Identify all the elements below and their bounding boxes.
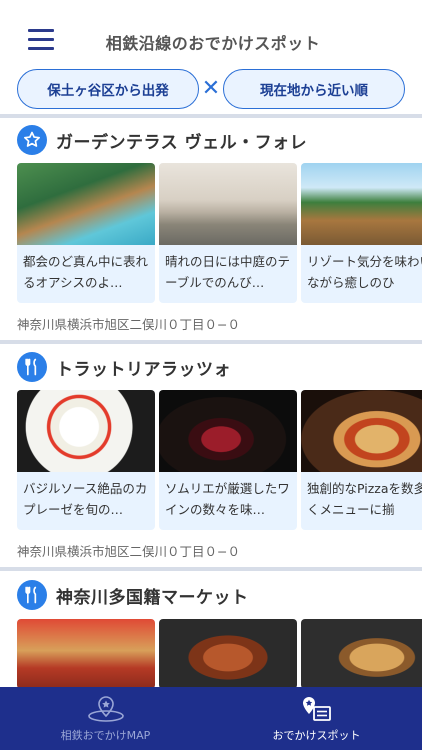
- app-header: 相鉄沿線のおでかけスポット 保土ヶ谷区から出発 ✕ 現在地から近い順: [0, 0, 422, 112]
- card-caption: バジルソース絶品のカプレーゼを旬の…: [23, 481, 148, 517]
- card-caption: 晴れの日には中庭のテーブルでのんび…: [165, 254, 291, 290]
- spot-card[interactable]: [159, 619, 297, 689]
- section-header[interactable]: 神奈川多国籍マーケット: [17, 579, 249, 611]
- card-caption: 都会のど真ん中に表れるオアシスのよ…: [23, 254, 149, 290]
- nav-label: 相鉄おでかけMAP: [60, 728, 151, 742]
- spot-photo: [301, 390, 422, 472]
- spot-card[interactable]: [301, 619, 422, 689]
- section-header[interactable]: ガーデンテラス ヴェル・フォレ: [17, 124, 307, 156]
- spot-card[interactable]: ソムリエが厳選したワインの数々を味…: [159, 390, 297, 530]
- spot-card[interactable]: 都会のど真ん中に表れるオアシスのよ…: [17, 163, 155, 303]
- sort-order-button[interactable]: 現在地から近い順: [223, 69, 405, 109]
- spot-card[interactable]: [17, 619, 155, 689]
- filter-bar: 保土ヶ谷区から出発 ✕ 現在地から近い順: [17, 69, 405, 109]
- spot-card[interactable]: リゾート気分を味わいながら癒しのひ: [301, 163, 422, 303]
- card-caption: リゾート気分を味わいながら癒しのひ: [307, 254, 422, 290]
- cross-separator-icon: ✕: [201, 76, 221, 101]
- spot-photo: [159, 619, 297, 689]
- card-carousel[interactable]: 都会のど真ん中に表れるオアシスのよ… 晴れの日には中庭のテーブルでのんび… リゾ…: [17, 163, 422, 303]
- card-caption: 独創的なPizzaを数多くメニューに揃: [307, 481, 422, 517]
- section-header[interactable]: トラットリアラッツォ: [17, 351, 231, 383]
- nav-tab-map[interactable]: 相鉄おでかけMAP: [0, 687, 211, 750]
- spot-address: 神奈川県横浜市旭区二俣川０丁目０−０: [17, 544, 240, 559]
- spot-photo: [17, 163, 155, 245]
- area-filter-button[interactable]: 保土ヶ谷区から出発: [17, 69, 199, 109]
- section-title: ガーデンテラス ヴェル・フォレ: [56, 132, 308, 153]
- card-carousel[interactable]: バジルソース絶品のカプレーゼを旬の… ソムリエが厳選したワインの数々を味… 独創…: [17, 390, 422, 530]
- section-title: 神奈川多国籍マーケット: [56, 587, 249, 608]
- spot-photo: [301, 619, 422, 689]
- spot-photo: [17, 390, 155, 472]
- spot-photo: [159, 163, 297, 245]
- star-icon: [17, 125, 47, 155]
- spot-photo: [17, 619, 155, 689]
- spot-card[interactable]: 晴れの日には中庭のテーブルでのんび…: [159, 163, 297, 303]
- map-pin-icon: [87, 695, 124, 722]
- spot-card[interactable]: バジルソース絶品のカプレーゼを旬の…: [17, 390, 155, 530]
- page-title: 相鉄沿線のおでかけスポット: [105, 34, 321, 53]
- spot-list-icon: [302, 696, 331, 721]
- divider: [0, 567, 422, 571]
- section-title: トラットリアラッツォ: [56, 359, 231, 380]
- spot-photo: [301, 163, 422, 245]
- spot-card[interactable]: 独創的なPizzaを数多くメニューに揃: [301, 390, 422, 530]
- card-caption: ソムリエが厳選したワインの数々を味…: [165, 481, 290, 517]
- nav-label: おでかけスポット: [272, 728, 361, 742]
- fork-knife-icon: [17, 352, 47, 382]
- nav-tab-spots[interactable]: おでかけスポット: [211, 687, 422, 750]
- divider: [0, 340, 422, 344]
- spot-photo: [159, 390, 297, 472]
- divider: [0, 114, 422, 118]
- card-carousel[interactable]: [17, 619, 422, 689]
- spot-address: 神奈川県横浜市旭区二俣川０丁目０−０: [17, 317, 240, 332]
- fork-knife-icon: [17, 580, 47, 610]
- bottom-nav-bar: 相鉄おでかけMAP おでかけスポット: [0, 687, 422, 750]
